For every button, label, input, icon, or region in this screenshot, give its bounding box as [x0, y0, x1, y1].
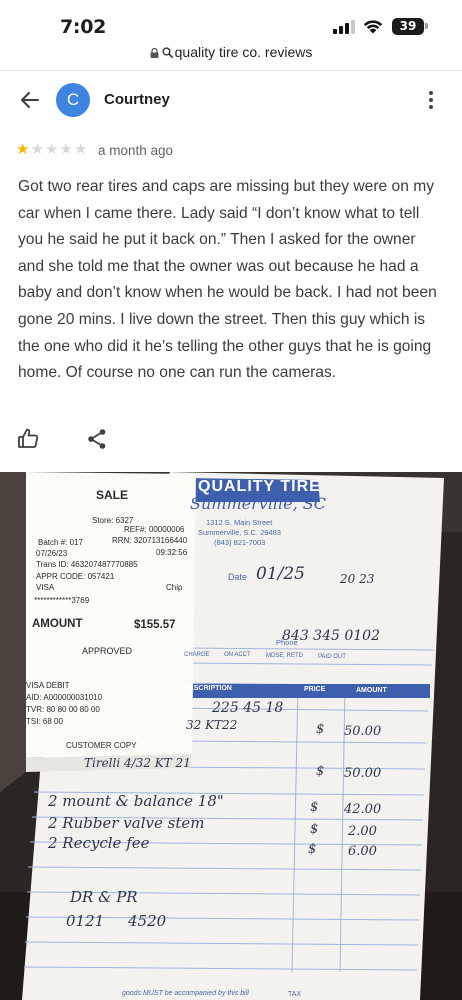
star-empty-icon: ★: [59, 141, 73, 158]
invoice-phone: (843) 821-7003: [214, 538, 266, 547]
invoice-line-2-text: Tirelli 4/32 KT 21: [84, 756, 191, 770]
review-photo[interactable]: SALE Store: 6327 REF#: 00000006 Batch #:…: [0, 472, 462, 1000]
more-vert-icon[interactable]: [424, 88, 438, 112]
receipt-date: 07/26/23: [36, 549, 68, 558]
invoice-line-4-text: 2 Rubber valve stem: [48, 814, 205, 832]
invoice-tire-size: 225 45 18: [212, 700, 284, 716]
receipt-status: APPROVED: [82, 646, 133, 656]
status-time: 7:02: [60, 16, 107, 38]
review-text: Got two rear tires and caps are missing …: [18, 178, 437, 382]
invoice-phone-value: 843 345 0102: [282, 628, 380, 644]
star-empty-icon: ★: [73, 141, 88, 158]
reviewer-name[interactable]: Courtney: [104, 91, 170, 108]
invoice-col-description: DESCRIPTION: [184, 685, 232, 692]
lock-icon: [150, 48, 159, 58]
invoice-year: 20 23: [340, 572, 375, 586]
invoice-line-5-amount: 6.00: [348, 844, 377, 859]
battery-indicator: 39: [392, 18, 424, 35]
receipt-tvr: TVR: 80 80 00 80 00: [26, 705, 100, 714]
invoice-line-3-amount: 42.00: [344, 802, 382, 817]
invoice-col-amount: AMOUNT: [356, 687, 387, 694]
invoice-address1: 1312 S. Main Street: [206, 518, 273, 527]
battery-tip: [425, 23, 428, 29]
invoice-col-price: PRICE: [304, 686, 326, 693]
star-empty-icon: ★: [44, 141, 59, 158]
receipt-appr-code: APPR CODE: 057421: [36, 572, 115, 581]
invoice-line-1-amount: 50.00: [344, 724, 382, 739]
back-arrow-icon[interactable]: [18, 88, 42, 112]
invoice-note-line1: DR & PR: [70, 888, 138, 906]
receipt-amount: $155.57: [134, 619, 176, 631]
receipt-time: 09:32:56: [156, 548, 188, 557]
receipt-batch: Batch #: 017: [38, 538, 83, 547]
receipt-store: Store: 6327: [92, 516, 134, 525]
invoice-line-4-amount: 2.00: [348, 824, 377, 839]
share-icon[interactable]: [87, 428, 107, 450]
url-text: quality tire co. reviews: [174, 44, 313, 60]
invoice-date-value: 01/25: [256, 564, 305, 584]
invoice-footer: goods MUST be accompanied by this bill: [122, 990, 249, 997]
receipt-aid: AID: A000000031010: [26, 693, 103, 702]
review-date: a month ago: [98, 143, 174, 158]
invoice-col-paid-out: PAID OUT: [318, 654, 346, 660]
receipt-rrn: RRN: 320713166440: [112, 536, 188, 545]
receipt-copy: CUSTOMER COPY: [66, 741, 137, 750]
invoice-col-on-acct: ON ACCT: [224, 652, 251, 658]
url-bar[interactable]: quality tire co. reviews: [0, 44, 462, 64]
invoice-line-1-text: 32 KT22: [186, 718, 238, 732]
receipt-title: SALE: [96, 488, 129, 502]
invoice-line-4-price: $: [310, 822, 319, 837]
invoice-note-line2: 0121 4520: [66, 912, 167, 930]
cellular-signal-icon: [333, 20, 355, 34]
invoice-line-2-price: $: [316, 764, 325, 779]
invoice-col-mdse-retd: MDSE. RETD: [266, 653, 304, 659]
receipt-debit: VISA DEBIT: [26, 681, 70, 690]
invoice-line-2-amount: 50.00: [344, 766, 382, 781]
star-filled-icon: ★: [16, 141, 30, 158]
invoice-line-3-text: 2 mount & balance 18": [48, 792, 224, 810]
receipt-trans-id: Trans ID: 463207487770885: [36, 560, 138, 569]
receipt-chip: Chip: [166, 583, 183, 592]
receipt-tsi: TSI: 68 00: [26, 717, 63, 726]
invoice-col-charge: CHARGE: [184, 652, 210, 658]
invoice-tax-label: TAX: [288, 991, 302, 998]
star-empty-icon: ★: [30, 141, 44, 158]
star-rating: ★ ★ ★ ★ ★: [16, 142, 87, 158]
receipt-card-number: ************3769: [34, 596, 90, 605]
invoice-line-1-price: $: [316, 722, 325, 737]
wifi-icon: [363, 20, 383, 34]
receipt-ref: REF#: 00000006: [124, 525, 185, 534]
invoice-address2: Summerville, S.C. 29483: [198, 528, 281, 537]
url-divider: [0, 70, 462, 71]
invoice-line-3-price: $: [310, 800, 319, 815]
receipt-card-type: VISA: [36, 583, 55, 592]
invoice-date-label: Date: [228, 572, 248, 582]
invoice-line-5-text: 2 Recycle fee: [48, 834, 150, 852]
invoice-line-5-price: $: [308, 842, 317, 857]
invoice-city: Summerville, SC: [190, 494, 326, 513]
receipt-amount-label: AMOUNT: [32, 618, 83, 630]
status-bar: 7:02 39: [0, 0, 462, 40]
reviewer-avatar[interactable]: C: [56, 83, 90, 117]
search-icon: [162, 47, 173, 58]
thumb-up-icon[interactable]: [17, 427, 39, 449]
